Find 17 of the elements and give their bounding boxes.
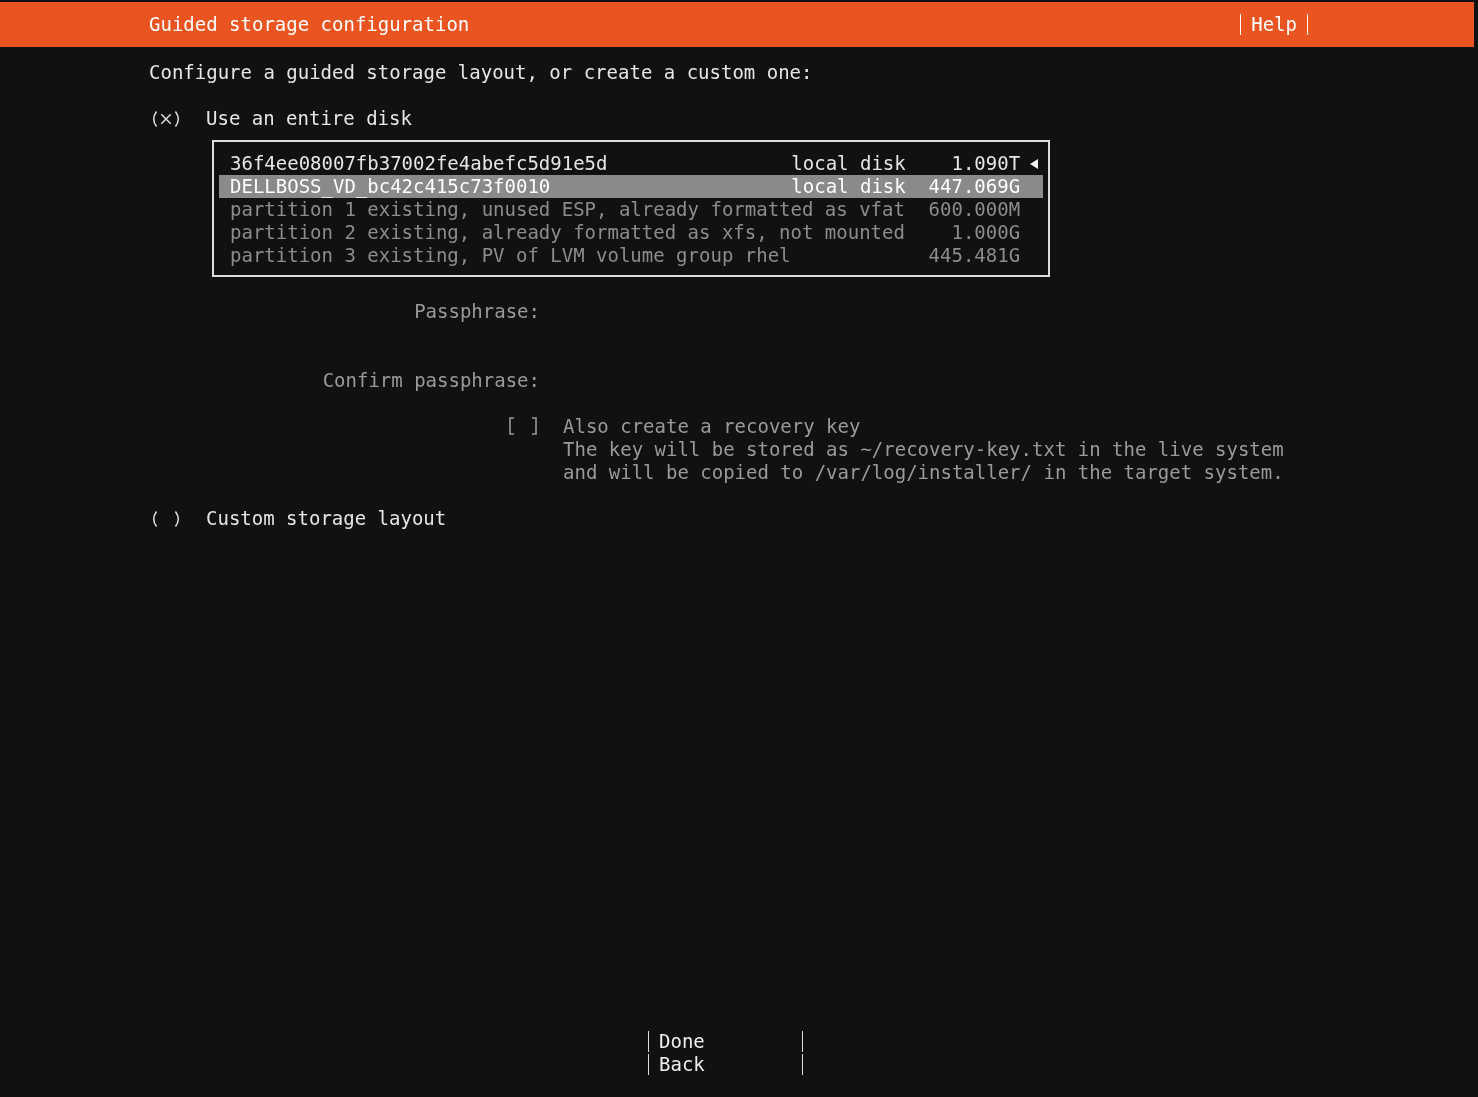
help-text: The key will be stored as ~/recovery-key.txt in the live system (563, 438, 1284, 461)
action-button[interactable]: Back (648, 1054, 803, 1075)
partition-row[interactable]: partition 2 existing, already formatted as xfs, not mounted 1.000G (219, 221, 1043, 244)
instruction-text: Configure a guided storage layout, or create a custom one: (149, 61, 814, 84)
help-button[interactable]: Help (1240, 14, 1308, 35)
partition-row[interactable]: partition 3 existing, PV of LVM volume group rhel 445.481G (219, 244, 1043, 267)
field-label: Passphrase: (414, 300, 540, 324)
option-label: Custom storage layout (206, 507, 447, 530)
screen-title: Guided storage configuration (149, 13, 470, 36)
help-text: and will be copied to /var/log/installer/ in the target system. (563, 461, 1284, 484)
partition-row[interactable]: partition 1 existing, unused ESP, already formatted as vfat 600.000M (219, 198, 1043, 221)
disk-row[interactable]: 36f4ee08007fb37002fe4abefc5d91e5d local disk 1.090T (219, 152, 1043, 175)
field-label: Confirm passphrase: (322, 369, 540, 393)
checkbox-label: Also create a recovery key (563, 415, 862, 438)
disk-row[interactable]: DELLBOSS_VD_bc42c415c73f0010 local disk 447.069G (219, 175, 1043, 198)
action-button[interactable]: Done (648, 1031, 803, 1052)
option-label: Use an entire disk (206, 107, 412, 130)
